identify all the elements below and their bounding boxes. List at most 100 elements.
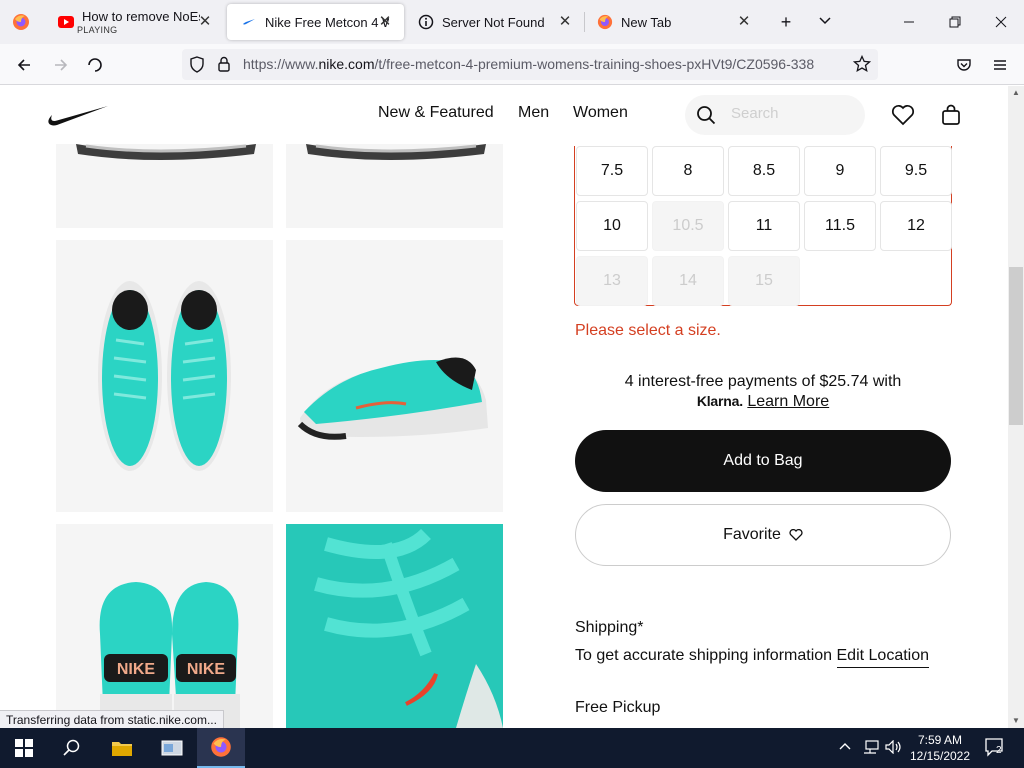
close-tab-button[interactable]: ✕: [735, 13, 753, 31]
close-tab-button[interactable]: ✕: [556, 13, 574, 31]
klarna-logo: Klarna.: [696, 393, 743, 409]
speaker-icon: [885, 739, 901, 755]
volume-button[interactable]: [885, 739, 903, 757]
nav-women[interactable]: Women: [573, 104, 628, 122]
url-text: https://www.nike.com/t/free-metcon-4-pre…: [243, 56, 815, 72]
firefox-icon: [211, 737, 231, 757]
add-to-bag-button[interactable]: Add to Bag: [575, 430, 951, 492]
forward-arrow-icon: [55, 59, 68, 71]
heart-icon: [789, 529, 803, 541]
size-option[interactable]: 7.5: [576, 146, 648, 196]
product-image-closeup[interactable]: [286, 524, 503, 728]
heart-icon: [891, 104, 915, 126]
network-button[interactable]: [862, 740, 880, 757]
list-tabs-button[interactable]: [813, 10, 837, 34]
size-option[interactable]: 12: [880, 201, 952, 251]
window-app-icon: [161, 740, 183, 756]
product-image-top-view[interactable]: [56, 240, 273, 512]
info-icon: [418, 14, 434, 30]
edit-location-link[interactable]: Edit Location: [836, 647, 930, 668]
product-image-side-view[interactable]: [286, 240, 503, 512]
shipping-title: Shipping*: [575, 619, 644, 636]
favorite-label: Favorite: [723, 526, 781, 543]
minimize-button[interactable]: [897, 10, 921, 34]
close-tab-button[interactable]: ✕: [376, 13, 394, 31]
size-selector: 7.5 8 8.5 9 9.5 10 10.5 11 11.5 12 13 14 15: [574, 146, 952, 306]
tab-strip: How to remove NoEsc ✕ PLAYING Nike Free …: [0, 0, 1024, 44]
favorite-button[interactable]: Favorite: [575, 504, 951, 566]
nav-men[interactable]: Men: [518, 104, 549, 122]
size-option[interactable]: 8.5: [728, 146, 800, 196]
bag-button[interactable]: [940, 104, 962, 131]
web-page: NIKE NIKE 7.5 8 8.5 9 9.5 10 10.5 11 11.5 12 13 14 1…: [0, 86, 1008, 728]
clock-time: 7:59 AM: [917, 733, 963, 747]
tab-server-not-found[interactable]: Server Not Found ✕: [404, 4, 584, 40]
start-button[interactable]: [0, 728, 48, 768]
size-option[interactable]: 11: [728, 201, 800, 251]
loading-spinner-icon: [88, 58, 102, 72]
close-icon: [995, 16, 1007, 28]
file-explorer-button[interactable]: [98, 728, 146, 768]
learn-more-link[interactable]: Learn More: [747, 393, 829, 410]
search-icon: [63, 739, 80, 756]
search-taskbar-button[interactable]: [48, 728, 96, 768]
firefox-taskbar-button[interactable]: [197, 728, 245, 768]
search-icon[interactable]: [696, 105, 716, 130]
scroll-up-arrow[interactable]: ▲: [1008, 86, 1024, 100]
url-bar[interactable]: https://www.nike.com/t/free-metcon-4-pre…: [182, 49, 878, 80]
size-option[interactable]: 8: [652, 146, 724, 196]
pocket-icon: [957, 59, 971, 71]
folder-icon: [112, 742, 132, 756]
action-center-button[interactable]: 2: [984, 737, 1008, 760]
tab-title: Server Not Found: [442, 14, 545, 30]
app-menu-button[interactable]: [987, 52, 1013, 78]
youtube-icon: [58, 14, 74, 30]
nav-new-featured[interactable]: New & Featured: [378, 104, 494, 122]
size-option[interactable]: 10: [576, 201, 648, 251]
close-tab-button[interactable]: ✕: [196, 13, 214, 31]
new-tab-button[interactable]: +: [774, 10, 798, 34]
size-option[interactable]: 9: [804, 146, 876, 196]
search-input[interactable]: [731, 105, 851, 122]
scroll-down-arrow[interactable]: ▼: [1008, 714, 1024, 728]
search-box[interactable]: [685, 95, 865, 135]
network-icon: [864, 740, 879, 754]
page-scrollbar[interactable]: ▲ ▼: [1008, 86, 1024, 728]
hamburger-menu-icon: [994, 60, 1006, 70]
product-image-back-view[interactable]: NIKE NIKE: [56, 524, 273, 728]
nike-icon: [241, 14, 257, 30]
scrollbar-thumb[interactable]: [1009, 267, 1023, 425]
nike-header: New & Featured Men Women: [0, 86, 1008, 144]
pocket-button[interactable]: [951, 52, 977, 78]
tab-youtube[interactable]: How to remove NoEsc ✕: [44, 4, 224, 40]
chevron-down-icon: [819, 17, 831, 25]
shipping-info-text: To get accurate shipping information: [575, 647, 833, 664]
restore-button[interactable]: [943, 10, 967, 34]
size-option[interactable]: 11.5: [804, 201, 876, 251]
back-arrow-icon: [17, 59, 30, 71]
app-taskbar-button[interactable]: [148, 728, 196, 768]
back-button[interactable]: [11, 52, 37, 78]
size-option[interactable]: 9.5: [880, 146, 952, 196]
system-clock[interactable]: 7:59 AM 12/15/2022: [908, 732, 972, 764]
size-option: 15: [728, 256, 800, 306]
close-window-button[interactable]: [989, 10, 1013, 34]
tab-nike[interactable]: Nike Free Metcon 4 Wo ✕: [227, 4, 404, 40]
firefox-view-button[interactable]: [0, 0, 42, 44]
shipping-info: To get accurate shipping information Edi…: [575, 647, 930, 668]
bookmark-star-icon[interactable]: [852, 54, 872, 78]
size-option: 13: [576, 256, 648, 306]
tab-title: Nike Free Metcon 4 Wo: [265, 14, 389, 30]
lock-icon[interactable]: [217, 56, 231, 77]
nike-logo[interactable]: [47, 105, 108, 132]
stop-loading-button[interactable]: [82, 52, 108, 78]
nike-swoosh-icon: [48, 106, 108, 126]
tab-new-tab[interactable]: New Tab ✕: [583, 4, 763, 40]
show-hidden-icons-button[interactable]: [839, 740, 851, 754]
tracking-protection-icon[interactable]: [189, 56, 205, 78]
forward-button[interactable]: [48, 52, 74, 78]
size-option: 14: [652, 256, 724, 306]
favorites-button[interactable]: [891, 104, 915, 131]
shopping-bag-icon: [942, 104, 960, 125]
svg-text:NIKE: NIKE: [187, 661, 226, 678]
